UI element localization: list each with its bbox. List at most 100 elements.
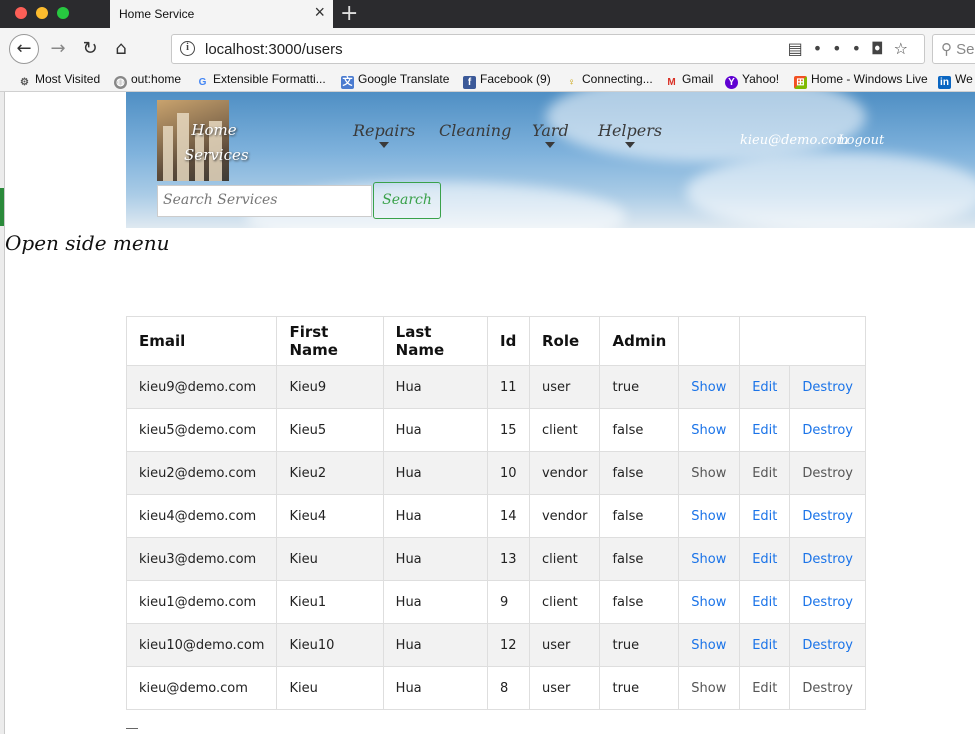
bookmark-item[interactable]: ⊞ Home - Windows Live xyxy=(794,72,928,89)
home-icon[interactable]: ⌂ xyxy=(108,36,134,62)
destroy-link[interactable]: Destroy xyxy=(789,365,866,409)
back-icon[interactable]: ← xyxy=(9,34,39,64)
edit-link[interactable]: Edit xyxy=(739,666,791,710)
site-logo-text[interactable]: Home Services xyxy=(184,118,249,168)
cell-role: user xyxy=(528,365,601,409)
cell-role: vendor xyxy=(528,494,601,538)
cell-email: kieu9@demo.com xyxy=(125,365,278,409)
logo-line-1: Home xyxy=(191,121,237,139)
tab-title: Home Service xyxy=(119,7,195,21)
page-actions: ▤•••◘☆ xyxy=(788,39,918,58)
open-side-menu-link[interactable]: Open side menu xyxy=(5,231,170,255)
search-button[interactable]: Search xyxy=(373,182,441,219)
gmail-icon: M xyxy=(667,77,676,88)
cell-id: 11 xyxy=(487,365,530,409)
cloud-decoration xyxy=(686,152,975,228)
destroy-link[interactable]: Destroy xyxy=(789,580,866,624)
cell-last: Hua xyxy=(382,537,489,581)
cell-admin: false xyxy=(599,494,680,538)
cell-admin: false xyxy=(599,451,680,495)
cell-first: Kieu9 xyxy=(276,365,384,409)
side-menu-marker xyxy=(0,188,4,226)
browser-search-input[interactable]: ⚲ Se xyxy=(932,34,975,64)
show-link[interactable]: Show xyxy=(678,537,741,581)
cell-id: 9 xyxy=(487,580,530,624)
caret-down-icon xyxy=(545,142,556,148)
cell-email: kieu10@demo.com xyxy=(125,623,278,667)
new-tab-icon[interactable]: + xyxy=(340,1,358,26)
gear-icon: ⚙ xyxy=(20,77,29,88)
show-link[interactable]: Show xyxy=(678,580,741,624)
cell-last: Hua xyxy=(382,408,489,452)
destroy-link[interactable]: Destroy xyxy=(789,408,866,452)
edit-link[interactable]: Edit xyxy=(739,580,791,624)
maximize-window-button[interactable] xyxy=(57,7,69,19)
more-actions-icon[interactable]: ••• xyxy=(813,39,871,58)
bookmark-item[interactable]: ◍ out:home xyxy=(114,72,181,89)
cell-email: kieu@demo.com xyxy=(125,666,278,710)
bookmark-item[interactable]: G Extensible Formatti... xyxy=(196,72,326,89)
cell-email: kieu5@demo.com xyxy=(125,408,278,452)
pocket-icon[interactable]: ◘ xyxy=(871,39,894,58)
search-services-input[interactable]: Search Services xyxy=(157,185,372,217)
bookmark-item[interactable]: in We xyxy=(938,72,973,89)
show-link[interactable]: Show xyxy=(678,666,741,710)
cell-id: 15 xyxy=(487,408,530,452)
show-link[interactable]: Show xyxy=(678,623,741,667)
menu-repairs[interactable]: Repairs xyxy=(353,121,415,148)
minimize-window-button[interactable] xyxy=(36,7,48,19)
caret-down-icon xyxy=(379,142,390,148)
table-row: kieu3@demo.com Kieu Hua 13 client false Show Ed… xyxy=(125,537,866,581)
destroy-link[interactable]: Destroy xyxy=(789,537,866,581)
reload-icon[interactable]: ↻ xyxy=(77,36,103,62)
destroy-link[interactable]: Destroy xyxy=(789,494,866,538)
show-link[interactable]: Show xyxy=(678,494,741,538)
browser-tab-bar: Home Service × + xyxy=(0,0,975,28)
tab-close-icon[interactable]: × xyxy=(314,2,325,23)
destroy-link[interactable]: Destroy xyxy=(789,666,866,710)
bookmark-item[interactable]: 文 Google Translate xyxy=(341,72,449,89)
bookmark-item[interactable]: f Facebook (9) xyxy=(463,72,551,89)
url-text[interactable]: localhost:3000/users xyxy=(205,41,343,58)
reader-view-icon[interactable]: ▤ xyxy=(788,39,813,58)
forward-icon[interactable]: → xyxy=(45,36,71,62)
yahoo-icon: Y xyxy=(725,76,738,89)
bookmark-star-icon[interactable]: ☆ xyxy=(894,39,918,58)
destroy-link[interactable]: Destroy xyxy=(789,451,866,495)
cell-first: Kieu1 xyxy=(276,580,384,624)
cell-role: user xyxy=(528,666,601,710)
bookmark-item[interactable]: ♀ Connecting... xyxy=(565,72,653,89)
cell-admin: true xyxy=(599,365,680,409)
header-actions xyxy=(678,316,741,366)
edit-link[interactable]: Edit xyxy=(739,623,791,667)
windows-icon: ⊞ xyxy=(794,76,807,89)
destroy-link[interactable]: Destroy xyxy=(789,623,866,667)
info-icon[interactable]: i xyxy=(180,41,195,56)
menu-yard[interactable]: Yard xyxy=(532,121,569,148)
show-link[interactable]: Show xyxy=(678,408,741,452)
table-row: kieu4@demo.com Kieu4 Hua 14 vendor false Show E… xyxy=(125,494,866,538)
cell-id: 12 xyxy=(487,623,530,667)
edit-link[interactable]: Edit xyxy=(739,365,791,409)
menu-helpers[interactable]: Helpers xyxy=(598,121,662,148)
browser-tab[interactable]: Home Service × xyxy=(110,0,333,28)
menu-cleaning[interactable]: Cleaning xyxy=(439,121,511,140)
table-row: kieu@demo.com Kieu Hua 8 user true Show Edit Des… xyxy=(125,666,866,710)
cell-first: Kieu2 xyxy=(276,451,384,495)
edit-link[interactable]: Edit xyxy=(739,537,791,581)
url-bar[interactable]: i localhost:3000/users ▤•••◘☆ xyxy=(171,34,925,64)
edit-link[interactable]: Edit xyxy=(739,451,791,495)
cell-role: user xyxy=(528,623,601,667)
edit-link[interactable]: Edit xyxy=(739,408,791,452)
user-email-link[interactable]: kieu@demo.com xyxy=(740,133,849,148)
show-link[interactable]: Show xyxy=(678,451,741,495)
header-last-name: Last Name xyxy=(382,316,489,366)
close-window-button[interactable] xyxy=(15,7,27,19)
logout-link[interactable]: Logout xyxy=(838,133,884,148)
bookmark-item[interactable]: M Gmail xyxy=(665,72,713,89)
bookmark-item[interactable]: ⚙ Most Visited xyxy=(18,72,100,89)
edit-link[interactable]: Edit xyxy=(739,494,791,538)
bookmark-item[interactable]: Y Yahoo! xyxy=(725,72,779,89)
side-menu-edge[interactable] xyxy=(0,92,5,734)
show-link[interactable]: Show xyxy=(678,365,741,409)
